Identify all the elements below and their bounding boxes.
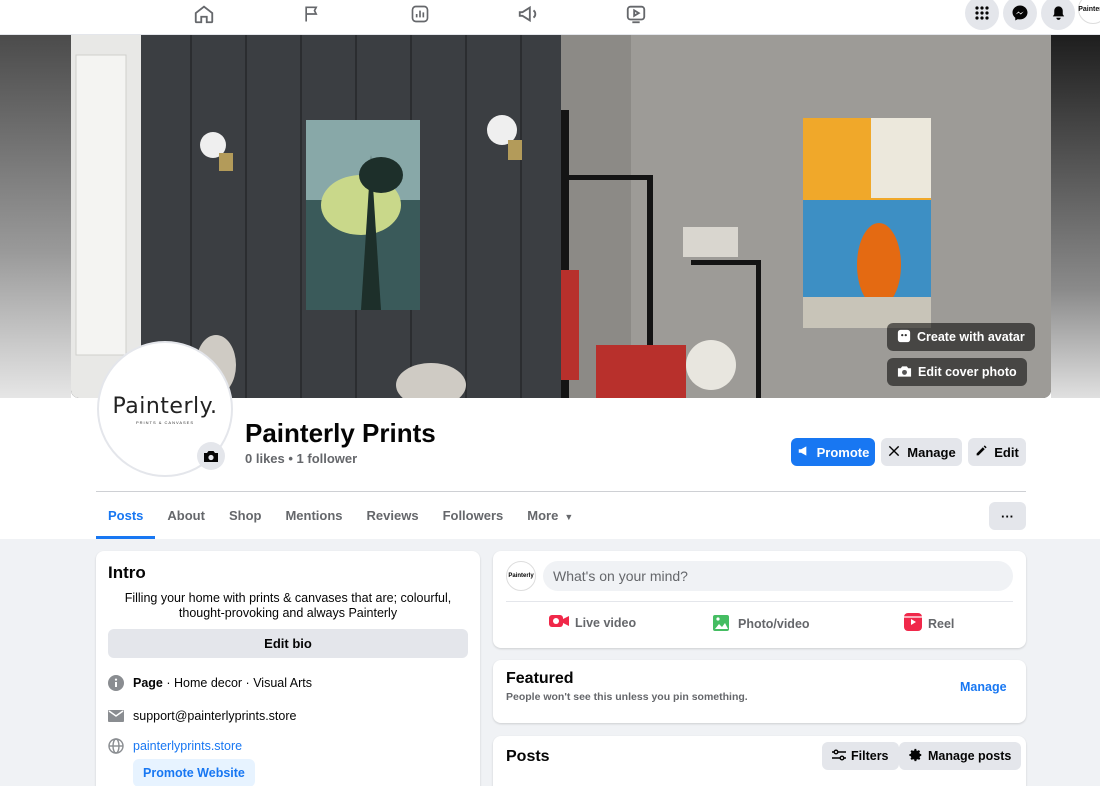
email-row: support@painterlyprints.store	[108, 708, 296, 724]
more-options-button[interactable]: ···	[989, 502, 1026, 530]
intro-title: Intro	[108, 563, 146, 582]
promote-button[interactable]: Promote	[791, 438, 875, 466]
tab-mentions-label: Mentions	[285, 508, 343, 523]
more-dots-icon: ···	[1001, 508, 1014, 524]
filters-button[interactable]: Filters	[822, 742, 899, 770]
info-icon	[108, 675, 124, 691]
filters-label: Filters	[851, 749, 889, 763]
intro-card: Intro Filling your home with prints & ca…	[96, 551, 480, 786]
website-link[interactable]: painterlyprints.store	[133, 739, 242, 753]
page-title: Painterly Prints	[245, 418, 436, 448]
tab-posts-label: Posts	[108, 508, 144, 523]
tab-mentions[interactable]: Mentions	[273, 492, 354, 539]
tab-posts[interactable]: Posts	[96, 492, 156, 539]
tab-followers[interactable]: Followers	[431, 492, 516, 539]
edit-bio-button[interactable]: Edit bio	[108, 629, 468, 658]
reel-button[interactable]: Reel	[904, 613, 954, 634]
edit-bio-label: Edit bio	[264, 636, 312, 651]
video-icon[interactable]	[624, 2, 648, 26]
promote-website-label: Promote Website	[143, 766, 245, 780]
gear-icon	[909, 748, 923, 765]
tab-about[interactable]: About	[155, 492, 217, 539]
envelope-icon	[108, 708, 124, 724]
promote-label: Promote	[816, 444, 870, 460]
live-video-label: Live video	[575, 615, 637, 630]
tab-more-label: More	[527, 508, 559, 523]
photo-video-button[interactable]: Photo/video	[713, 613, 810, 634]
reel-icon	[904, 613, 922, 634]
tab-about-label: About	[167, 508, 205, 523]
featured-card: Featured People won't see this unless yo…	[493, 660, 1026, 723]
account-avatar-label: Painterly	[1078, 5, 1100, 13]
top-navigation: Painterly	[0, 0, 1100, 35]
page-category-row: Page · Home decor · Visual Arts	[108, 675, 312, 691]
email-text: support@painterlyprints.store	[133, 709, 297, 723]
edit-button[interactable]: Edit	[968, 438, 1026, 466]
edit-cover-button[interactable]: Edit cover photo	[887, 358, 1027, 386]
cover-right-fade	[1051, 35, 1100, 398]
create-avatar-label: Create with avatar	[917, 330, 1025, 344]
filters-icon	[832, 748, 846, 764]
update-avatar-camera-icon[interactable]	[197, 442, 225, 470]
page-label: Page	[133, 676, 163, 690]
account-avatar[interactable]: Painterly	[1078, 0, 1100, 24]
megaphone-icon[interactable]	[516, 2, 540, 26]
whats-on-your-mind-input[interactable]: What's on your mind?	[543, 561, 1013, 591]
camera-icon	[897, 364, 912, 381]
reel-label: Reel	[928, 616, 955, 631]
manage-button[interactable]: Manage	[881, 438, 962, 466]
composer-avatar: Painterly	[506, 561, 536, 591]
tab-reviews-label: Reviews	[366, 508, 419, 523]
bell-icon[interactable]	[1041, 0, 1075, 30]
page-stats[interactable]: 0 likes • 1 follower	[245, 451, 357, 466]
featured-subtitle: People won't see this unless you pin som…	[506, 691, 748, 703]
tools-icon	[887, 444, 901, 461]
globe-icon	[108, 738, 124, 754]
manage-label: Manage	[907, 444, 956, 460]
brand-logo-text: Painterly.	[112, 393, 218, 419]
composer-card: Painterly What's on your mind? Live vide…	[493, 551, 1026, 648]
cover-left-fade	[0, 35, 71, 398]
posts-card: Posts Filters Manage posts	[493, 736, 1026, 786]
tab-shop-label: Shop	[228, 508, 262, 523]
edit-cover-label: Edit cover photo	[918, 365, 1017, 379]
page-category: · Home decor · Visual Arts	[162, 676, 313, 690]
photo-video-label: Photo/video	[738, 616, 810, 631]
composer-avatar-label: Painterly	[508, 573, 534, 579]
promote-website-button[interactable]: Promote Website	[133, 759, 255, 786]
brand-logo-subtitle: PRINTS & CANVASES	[135, 419, 195, 425]
tab-reviews[interactable]: Reviews	[355, 492, 431, 539]
create-avatar-button[interactable]: Create with avatar	[887, 323, 1035, 351]
edit-label: Edit	[994, 444, 1019, 460]
live-video-icon	[549, 613, 569, 632]
home-icon[interactable]	[192, 2, 216, 26]
manage-posts-label: Manage posts	[928, 749, 1012, 763]
live-video-button[interactable]: Live video	[549, 613, 636, 632]
tab-shop[interactable]: Shop	[217, 492, 274, 539]
photo-icon	[713, 613, 732, 634]
manage-posts-button[interactable]: Manage posts	[899, 742, 1022, 770]
composer-divider	[506, 601, 1013, 602]
messenger-icon[interactable]	[1003, 0, 1037, 30]
flag-icon[interactable]	[300, 2, 324, 26]
featured-title: Featured	[506, 670, 574, 687]
tab-more[interactable]: More ▼	[515, 492, 585, 539]
pencil-icon	[975, 444, 988, 460]
avatar-sticker-icon	[897, 329, 911, 346]
featured-manage-link[interactable]: Manage	[960, 680, 1007, 694]
caret-down-icon: ▼	[564, 512, 574, 522]
page-tabs: Posts About Shop Mentions Reviews Follow…	[96, 492, 585, 539]
website-row: painterlyprints.store	[108, 738, 242, 754]
intro-description: Filling your home with prints & canvases…	[124, 591, 452, 620]
megaphone-icon	[797, 444, 811, 461]
menu-grid-icon[interactable]	[965, 0, 999, 30]
tab-followers-label: Followers	[442, 508, 504, 523]
insights-icon[interactable]	[408, 2, 432, 26]
posts-title: Posts	[506, 748, 550, 765]
